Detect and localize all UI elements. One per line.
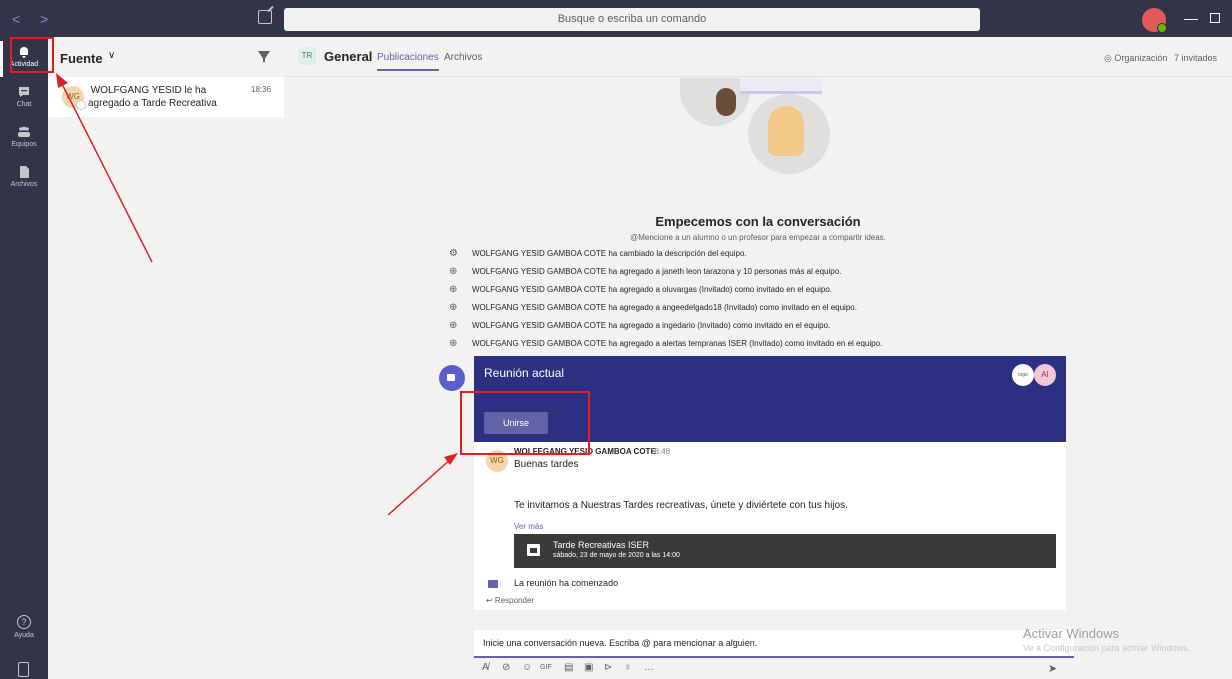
sticker-icon[interactable]: ▤ bbox=[564, 662, 573, 673]
feed-title[interactable]: Fuente bbox=[60, 51, 103, 66]
calendar-icon bbox=[527, 544, 540, 556]
system-event-text: WOLFGANG YESID GAMBOA COTE ha agregado a… bbox=[472, 285, 833, 294]
avatar: WG bbox=[62, 86, 86, 110]
help-icon: ? bbox=[17, 615, 31, 629]
event-card-date: sábado, 23 de mayo de 2020 a las 14:00 bbox=[553, 552, 680, 559]
illustration-shape bbox=[716, 88, 736, 116]
reply-link[interactable]: ↩ Responder bbox=[486, 596, 534, 605]
chevron-down-icon[interactable]: ∨ bbox=[108, 50, 115, 61]
windows-watermark-title: Activar Windows bbox=[1023, 626, 1120, 641]
meeting-started-text: La reunión ha comenzado bbox=[514, 578, 619, 588]
filter-icon[interactable] bbox=[258, 51, 270, 62]
calendar-event-card[interactable]: Tarde Recreativas ISER sábado, 23 de may… bbox=[514, 534, 1056, 568]
event-card-title: Tarde Recreativas ISER bbox=[553, 540, 650, 550]
system-event: ⊕ WOLFGANG YESID GAMBOA COTE ha agregado… bbox=[449, 302, 1069, 320]
feed-item-time: 18:36 bbox=[251, 85, 272, 94]
message-body: Te invitamos a Nuestras Tardes recreativ… bbox=[514, 500, 848, 511]
add-member-icon: ⊕ bbox=[449, 302, 458, 313]
system-event-text: WOLFGANG YESID GAMBOA COTE ha cambiado l… bbox=[472, 249, 747, 258]
message-greeting: Buenas tardes bbox=[514, 459, 579, 470]
meeting-icon bbox=[439, 365, 465, 391]
team-badge: TR bbox=[298, 47, 316, 65]
minimize-icon[interactable]: — bbox=[1184, 10, 1198, 26]
annotation-box bbox=[460, 391, 590, 455]
video-camera-icon bbox=[488, 580, 498, 588]
appbar-label: Ayuda bbox=[14, 632, 34, 639]
channel-name: General bbox=[324, 49, 373, 64]
device-icon[interactable] bbox=[18, 662, 29, 677]
gif-icon[interactable]: GIF bbox=[540, 664, 552, 671]
teams-icon bbox=[18, 126, 30, 137]
empty-state-subtitle: @Mencione a un alumno o un profesor para… bbox=[630, 233, 886, 242]
appbar-label: Chat bbox=[16, 101, 32, 108]
format-icon[interactable]: A̸ bbox=[482, 662, 489, 673]
see-more-link[interactable]: Ver más bbox=[514, 522, 543, 531]
stream-icon[interactable]: ⊳ bbox=[604, 662, 612, 673]
add-member-icon: ⊕ bbox=[449, 320, 458, 331]
add-member-icon: ⊕ bbox=[449, 266, 458, 277]
back-forward-arrows[interactable]: < > bbox=[12, 11, 56, 27]
appbar-item-chat[interactable]: Chat bbox=[0, 81, 48, 117]
add-member-icon: ⊕ bbox=[449, 338, 458, 349]
conversation-area: Empecemos con la conversación @Mencione … bbox=[284, 78, 1232, 623]
channel-header: TR General Publicaciones Archivos ◎ Orga… bbox=[284, 37, 1232, 77]
activity-header: Fuente ∨ bbox=[48, 37, 284, 77]
composer-placeholder: Inicie una conversación nueva. Escriba @… bbox=[483, 638, 758, 648]
empty-state-title: Empecemos con la conversación bbox=[655, 214, 861, 229]
title-bar: < > Busque o escriba un comando — bbox=[0, 0, 1232, 37]
appbar-item-equipos[interactable]: Equipos bbox=[0, 121, 48, 157]
app-bar: Actividad Chat Equipos Archivos ? Ayuda bbox=[0, 37, 48, 679]
team-settings-icon: ⚙ bbox=[449, 248, 458, 259]
praise-icon[interactable]: ♀ bbox=[624, 662, 632, 673]
new-chat-icon[interactable] bbox=[258, 10, 272, 24]
more-options-icon[interactable]: … bbox=[644, 662, 654, 673]
user-avatar[interactable] bbox=[1142, 8, 1167, 33]
guests-button[interactable]: 7 invitados bbox=[1174, 53, 1217, 63]
attach-icon[interactable]: ⊘ bbox=[502, 662, 510, 673]
system-event-text: WOLFGANG YESID GAMBOA COTE ha agregado a… bbox=[472, 321, 831, 330]
appbar-item-archivos[interactable]: Archivos bbox=[0, 161, 48, 197]
system-event: ⊕ WOLFGANG YESID GAMBOA COTE ha agregado… bbox=[449, 320, 1069, 338]
tab-publicaciones[interactable]: Publicaciones bbox=[377, 52, 439, 71]
system-event-text: WOLFGANG YESID GAMBOA COTE ha agregado a… bbox=[472, 303, 857, 312]
system-event-text: WOLFGANG YESID GAMBOA COTE ha agregado a… bbox=[472, 339, 883, 348]
files-icon bbox=[20, 166, 29, 178]
add-member-icon: ⊕ bbox=[449, 284, 458, 295]
participant-avatar: logo bbox=[1012, 364, 1034, 386]
appbar-label: Equipos bbox=[11, 141, 37, 148]
message-composer[interactable]: Inicie una conversación nueva. Escriba @… bbox=[474, 630, 1074, 658]
emoji-icon[interactable]: ☺ bbox=[522, 662, 532, 673]
maximize-icon[interactable] bbox=[1210, 13, 1220, 23]
activity-panel: Fuente ∨ WG WOLFGANG YESID le ha agregad… bbox=[48, 37, 284, 679]
system-event: ⊕ WOLFGANG YESID GAMBOA COTE ha agregado… bbox=[449, 284, 1069, 302]
tab-archivos[interactable]: Archivos bbox=[444, 52, 482, 63]
feed-item-text: WOLFGANG YESID le ha agregado a Tarde Re… bbox=[88, 85, 217, 109]
illustration-shape bbox=[768, 106, 804, 156]
system-event: ⊕ WOLFGANG YESID GAMBOA COTE ha agregado… bbox=[449, 338, 1069, 356]
system-event: ⊕ WOLFGANG YESID GAMBOA COTE ha agregado… bbox=[449, 266, 1069, 284]
windows-watermark-subtitle: Ve a Configuración para activar Windows. bbox=[1023, 643, 1191, 653]
appbar-item-ayuda[interactable]: ? Ayuda bbox=[0, 615, 48, 639]
message-time: 18:48 bbox=[650, 447, 671, 456]
meeting-title: Reunión actual bbox=[484, 366, 565, 380]
feed-item[interactable]: WG WOLFGANG YESID le ha agregado a Tarde… bbox=[48, 77, 284, 117]
annotation-box bbox=[10, 37, 54, 73]
system-event-text: WOLFGANG YESID GAMBOA COTE ha agregado a… bbox=[472, 267, 842, 276]
illustration-shape bbox=[740, 78, 822, 94]
participant-avatar: AI bbox=[1034, 364, 1056, 386]
system-event: ⚙ WOLFGANG YESID GAMBOA COTE ha cambiado… bbox=[449, 248, 1069, 266]
format-toolbar: A̸ ⊘ ☺ GIF ▤ ▣ ⊳ ♀ … bbox=[482, 662, 712, 676]
send-icon[interactable]: ➤ bbox=[1048, 662, 1057, 675]
chat-icon bbox=[19, 87, 29, 97]
search-input[interactable]: Busque o escriba un comando bbox=[284, 8, 980, 31]
organization-button[interactable]: ◎ Organización bbox=[1104, 53, 1167, 64]
meeting-thread: WG WOLFEGANG YESID GAMBOA COTE 18:48 Bue… bbox=[474, 442, 1066, 610]
appbar-label: Archivos bbox=[10, 181, 38, 188]
meet-now-icon[interactable]: ▣ bbox=[584, 662, 593, 673]
